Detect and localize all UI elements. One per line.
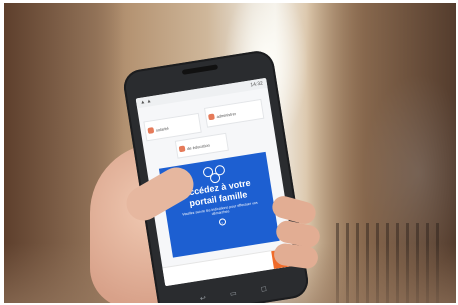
tile-label: solarité bbox=[155, 125, 169, 133]
phone-nav-keys: ↩ ▭ ◻ bbox=[187, 282, 279, 303]
status-left: ▲ ▲ bbox=[139, 98, 152, 106]
tile-label: de éducation bbox=[186, 142, 211, 151]
phone-speaker bbox=[181, 64, 219, 75]
status-time: 14:32 bbox=[250, 80, 264, 89]
tile-3[interactable]: de éducation bbox=[174, 132, 229, 159]
chevron-down-icon[interactable]: ⌄ bbox=[218, 218, 227, 227]
back-icon[interactable]: ↩ bbox=[199, 294, 207, 303]
photo-scene: ▲ ▲ 14:32 solarité administrer de éducat… bbox=[4, 3, 456, 303]
tile-2[interactable]: administrer bbox=[203, 98, 265, 128]
tile-icon bbox=[208, 113, 215, 121]
tile-icon bbox=[178, 145, 186, 153]
home-icon[interactable]: ▭ bbox=[229, 289, 238, 298]
tile-label: administrer bbox=[215, 110, 237, 119]
recent-icon[interactable]: ◻ bbox=[260, 284, 267, 293]
tile-icon bbox=[147, 127, 155, 134]
